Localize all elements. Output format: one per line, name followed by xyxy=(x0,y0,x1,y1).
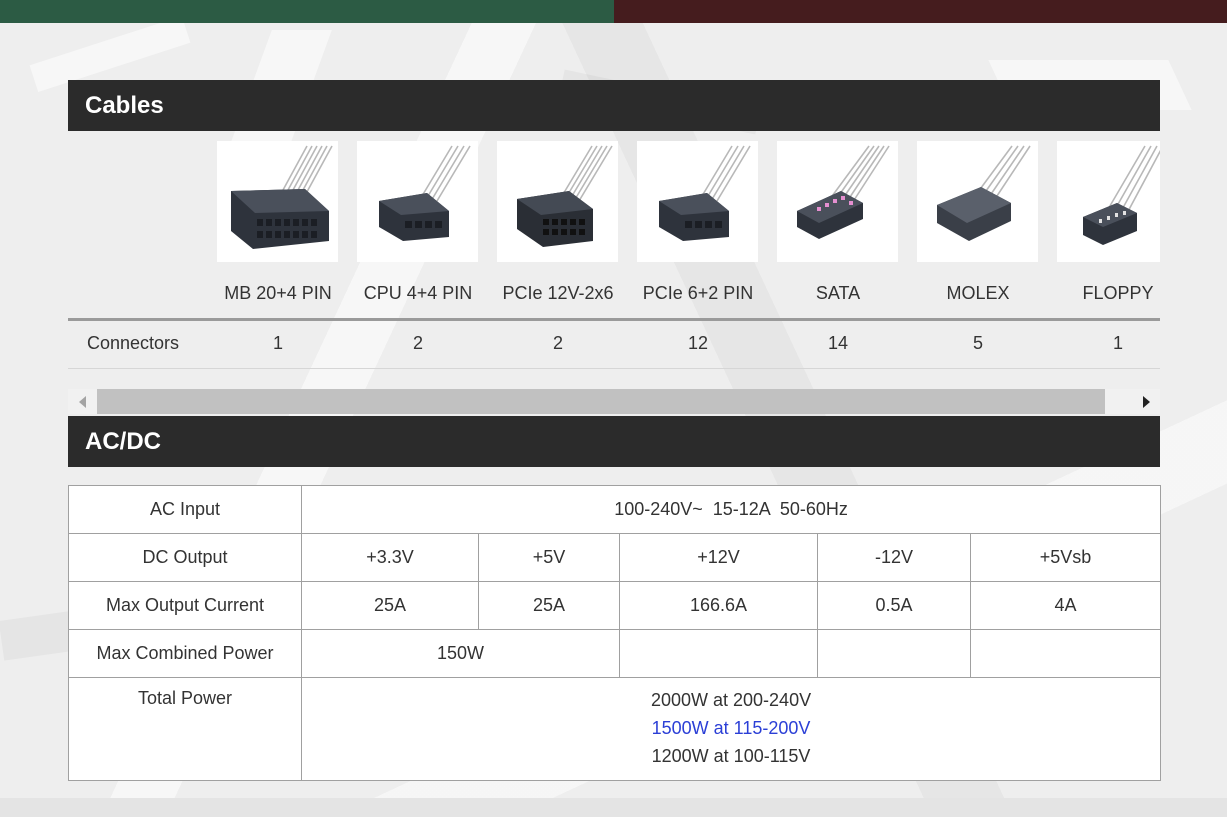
dc-output-label: DC Output xyxy=(68,533,302,582)
cpu-8pin-connector-icon xyxy=(357,141,478,262)
cable-name: FLOPPY xyxy=(1082,283,1154,303)
arrow-left-icon xyxy=(78,395,86,408)
max-combined-power-value xyxy=(619,629,818,678)
top-bar-red xyxy=(614,0,1227,23)
cables-table: Connectors MB 20+4 PIN 1 CPU 4+4 PIN 2 P… xyxy=(68,131,1160,386)
cable-count: 1 xyxy=(1112,333,1123,353)
top-color-bar xyxy=(0,0,1227,23)
max-output-current-value: 4A xyxy=(969,581,1162,630)
scroll-right-button[interactable] xyxy=(1132,389,1160,414)
footer-strip xyxy=(0,798,1227,817)
pcie-12v-2x6-connector-icon xyxy=(497,141,618,262)
max-output-current-value: 25A xyxy=(301,581,479,630)
max-output-current-value: 25A xyxy=(478,581,620,630)
scroll-left-button[interactable] xyxy=(68,389,96,414)
cable-name: CPU 4+4 PIN xyxy=(363,283,473,303)
dc-output-value: +5V xyxy=(478,533,620,582)
max-output-current-value: 0.5A xyxy=(817,581,971,630)
cable-count: 2 xyxy=(412,333,423,353)
table-row: Total Power 2000W at 200-240V 1500W at 1… xyxy=(68,677,1162,781)
ac-input-value: 100-240V~ 15-12A 50-60Hz xyxy=(300,485,1162,534)
horizontal-scrollbar[interactable] xyxy=(68,389,1160,414)
table-row: DC Output +3.3V +5V +12V -12V +5Vsb xyxy=(68,533,1162,582)
molex-connector-icon xyxy=(917,141,1038,262)
cables-row-divider xyxy=(68,368,1160,369)
acdc-spec-table: AC Input 100-240V~ 15-12A 50-60Hz DC Out… xyxy=(68,485,1162,781)
mb-24pin-connector-icon xyxy=(217,141,338,262)
top-bar-green xyxy=(0,0,614,23)
max-output-current-label: Max Output Current xyxy=(68,581,302,630)
sata-connector-icon xyxy=(777,141,898,262)
floppy-connector-icon xyxy=(1057,141,1160,262)
cable-count: 14 xyxy=(827,333,849,353)
cable-name: SATA xyxy=(815,283,861,303)
total-power-line-highlight: 1500W at 115-200V xyxy=(651,718,811,738)
dc-output-value: -12V xyxy=(817,533,971,582)
arrow-right-icon xyxy=(1142,395,1150,408)
total-power-values: 2000W at 200-240V 1500W at 115-200V 1200… xyxy=(300,677,1162,781)
acdc-section-title: AC/DC xyxy=(68,416,1160,467)
dc-output-value: +12V xyxy=(619,533,818,582)
dc-output-value: +3.3V xyxy=(301,533,479,582)
ac-input-label: AC Input xyxy=(68,485,302,534)
cable-count: 2 xyxy=(552,333,563,353)
scroll-thumb[interactable] xyxy=(97,389,1105,414)
cable-name: MB 20+4 PIN xyxy=(224,283,332,303)
cables-divider xyxy=(68,318,1160,321)
cables-section-title: Cables xyxy=(68,80,1160,131)
max-output-current-value: 166.6A xyxy=(619,581,818,630)
cable-count: 12 xyxy=(687,333,709,353)
total-power-line: 1200W at 100-115V xyxy=(651,746,811,766)
table-row: AC Input 100-240V~ 15-12A 50-60Hz xyxy=(68,485,1162,534)
cable-count: 5 xyxy=(972,333,983,353)
max-combined-power-value xyxy=(969,629,1162,678)
cable-count: 1 xyxy=(272,333,283,353)
dc-output-value: +5Vsb xyxy=(969,533,1162,582)
max-combined-power-value xyxy=(817,629,971,678)
cable-name: PCIe 12V-2x6 xyxy=(502,283,614,303)
cable-name: MOLEX xyxy=(946,283,1010,303)
connectors-row-label: Connectors xyxy=(87,333,180,353)
cable-name: PCIe 6+2 PIN xyxy=(642,283,754,303)
table-row: Max Output Current 25A 25A 166.6A 0.5A 4… xyxy=(68,581,1162,630)
max-combined-power-label: Max Combined Power xyxy=(68,629,302,678)
max-combined-power-value: 150W xyxy=(301,629,620,678)
total-power-line: 2000W at 200-240V xyxy=(650,690,812,710)
table-row: Max Combined Power 150W xyxy=(68,629,1162,678)
total-power-label: Total Power xyxy=(68,677,302,781)
pcie-8pin-connector-icon xyxy=(637,141,758,262)
